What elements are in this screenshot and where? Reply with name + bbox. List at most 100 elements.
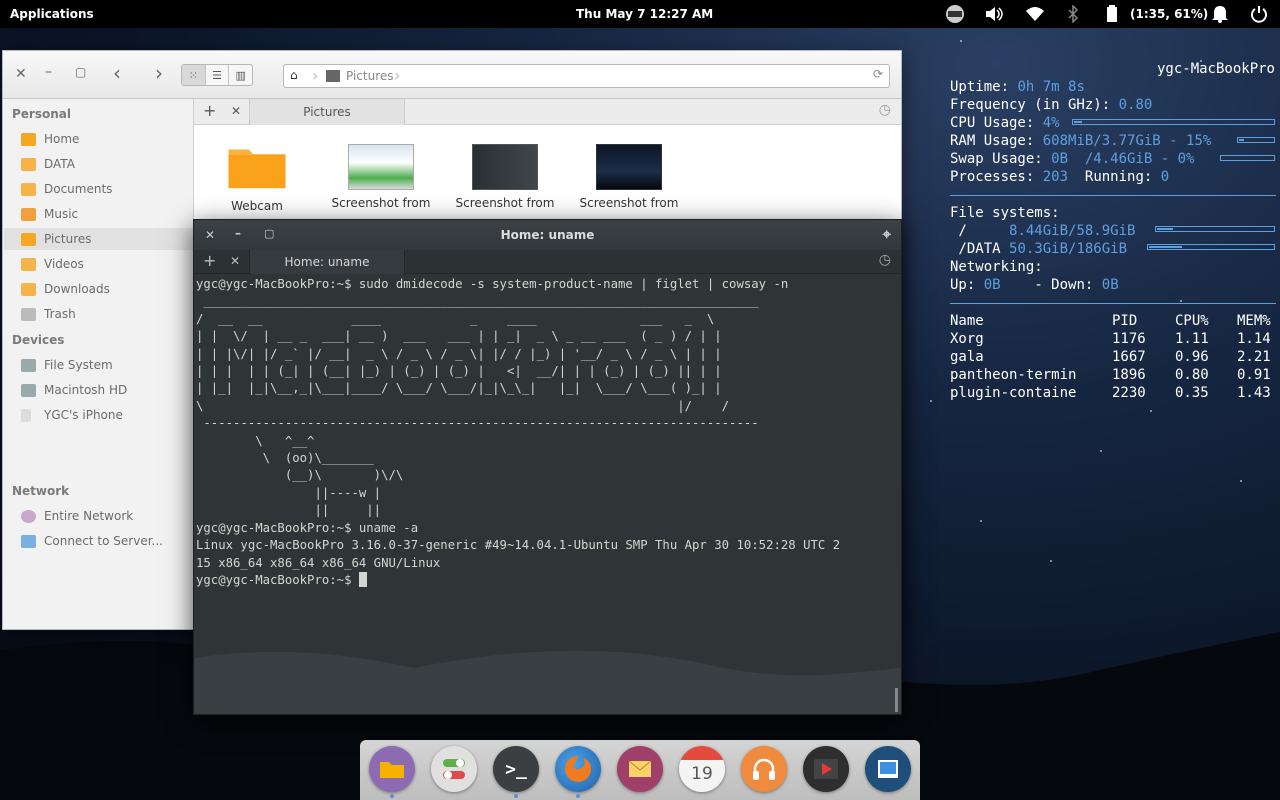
sidebar-heading-devices: Devices bbox=[12, 333, 65, 347]
networking-label: Networking: bbox=[950, 259, 1043, 275]
sidebar-item-label: Music bbox=[44, 207, 79, 221]
grid-view-icon[interactable]: ⁙ bbox=[182, 65, 206, 85]
down-value: 0B bbox=[1101, 277, 1119, 293]
tab-pictures[interactable]: Pictures bbox=[249, 99, 405, 125]
firefox-icon[interactable] bbox=[555, 746, 601, 792]
music-icon[interactable] bbox=[741, 746, 787, 792]
sidebar-item-file-system[interactable]: File System bbox=[4, 354, 193, 376]
file-manager-headerbar: ✕ – ▢ ‹ › ⁙ ☰ ▥ ⌂ › Pictures › ⟳ bbox=[3, 51, 901, 99]
new-tab-icon[interactable]: + bbox=[203, 251, 216, 270]
ram-row: RAM Usage: 608MiB/3.77GiB - 15% bbox=[950, 132, 1211, 150]
close-icon[interactable]: ✕ bbox=[15, 66, 27, 82]
screenshot-thumbnail bbox=[596, 144, 662, 190]
sidebar-item-documents[interactable]: Documents bbox=[4, 178, 193, 200]
frequency-label: Frequency (in GHz): bbox=[950, 97, 1111, 113]
file-label: Webcam bbox=[231, 199, 283, 213]
keyboard-icon[interactable] bbox=[944, 5, 966, 23]
photos-icon[interactable] bbox=[865, 746, 911, 792]
bluetooth-icon[interactable] bbox=[1066, 5, 1080, 23]
terminal-output[interactable]: ygc@ygc-MacBookPro:~$ sudo dmidecode -s … bbox=[196, 276, 840, 589]
sidebar-item-label: DATA bbox=[44, 157, 75, 171]
process-mem: 2.21 bbox=[1237, 349, 1271, 365]
file-item-screenshot-1[interactable]: Screenshot from bbox=[326, 126, 436, 210]
documents-folder-icon bbox=[21, 182, 36, 196]
running-value: 0 bbox=[1160, 169, 1170, 185]
sidebar-item-connect-server[interactable]: Connect to Server... bbox=[4, 530, 193, 552]
column-view-icon[interactable]: ▥ bbox=[229, 65, 252, 85]
pictures-icon bbox=[326, 70, 340, 82]
terminal-title: Home: uname bbox=[500, 228, 595, 242]
find-icon[interactable]: ⌖ bbox=[883, 225, 891, 243]
running-label: Running: bbox=[1084, 169, 1153, 185]
sidebar-heading-personal: Personal bbox=[12, 107, 71, 121]
top-panel: Applications Thu May 7 12:27 AM (1:35, 6… bbox=[0, 0, 1280, 28]
sidebar-item-downloads[interactable]: Downloads bbox=[4, 278, 193, 300]
sidebar-item-home[interactable]: Home bbox=[4, 128, 193, 150]
files-icon[interactable] bbox=[369, 746, 415, 792]
uptime-label: Uptime: bbox=[950, 79, 1010, 95]
clock[interactable]: Thu May 7 12:27 AM bbox=[576, 7, 713, 21]
process-row: plugin-containe 2230 0.35 1.43 bbox=[950, 384, 1276, 402]
fs-root-bar bbox=[1155, 226, 1275, 232]
cpu-bar bbox=[1072, 119, 1275, 125]
sidebar-item-data[interactable]: DATA bbox=[4, 153, 193, 175]
new-tab-icon[interactable]: + bbox=[203, 101, 216, 120]
sidebar-item-videos[interactable]: Videos bbox=[4, 253, 193, 275]
process-mem: 1.14 bbox=[1237, 331, 1271, 347]
sidebar-item-music[interactable]: Music bbox=[4, 203, 193, 225]
file-item-screenshot-2[interactable]: Screenshot from bbox=[450, 126, 560, 210]
sidebar-item-entire-network[interactable]: Entire Network bbox=[4, 505, 193, 527]
sidebar-item-macintosh-hd[interactable]: Macintosh HD bbox=[4, 379, 193, 401]
column-header: PID bbox=[1112, 313, 1138, 329]
back-icon[interactable]: ‹ bbox=[113, 61, 121, 85]
swap-value: 0B /4.46GiB - 0% bbox=[1051, 151, 1195, 167]
sidebar-item-iphone[interactable]: YGC's iPhone bbox=[4, 404, 193, 426]
volume-icon[interactable] bbox=[984, 5, 1004, 23]
sidebar-item-label: YGC's iPhone bbox=[44, 408, 123, 422]
terminal-prompt: ygc@ygc-MacBookPro:~$ bbox=[196, 572, 359, 587]
forward-icon[interactable]: › bbox=[155, 61, 163, 85]
running-indicator bbox=[390, 794, 394, 798]
breadcrumb-pictures[interactable]: Pictures bbox=[346, 69, 394, 83]
close-tab-icon[interactable]: ✕ bbox=[231, 104, 241, 118]
sidebar-item-trash[interactable]: Trash bbox=[4, 303, 193, 325]
file-item-screenshot-3[interactable]: Screenshot from bbox=[574, 126, 684, 210]
location-bar[interactable]: ⌂ › Pictures › ⟳ bbox=[283, 64, 890, 88]
sidebar-item-label: Trash bbox=[44, 307, 76, 321]
process-row: gala 1667 0.96 2.21 bbox=[950, 348, 1276, 366]
file-label: Screenshot from bbox=[331, 196, 431, 210]
applications-menu[interactable]: Applications bbox=[10, 7, 94, 21]
minimize-icon[interactable]: – bbox=[45, 64, 52, 80]
process-row: Xorg 1176 1.11 1.14 bbox=[950, 330, 1276, 348]
wifi-icon[interactable] bbox=[1025, 5, 1045, 23]
process-mem: 0.91 bbox=[1237, 367, 1271, 383]
mail-icon[interactable] bbox=[617, 746, 663, 792]
switchboard-icon[interactable] bbox=[431, 746, 477, 792]
reload-icon[interactable]: ⟳ bbox=[873, 67, 883, 81]
cpu-row: CPU Usage: 4% bbox=[950, 114, 1060, 132]
battery-status[interactable]: (1:35, 61%) bbox=[1130, 5, 1208, 23]
close-tab-icon[interactable]: ✕ bbox=[230, 254, 240, 268]
pictures-folder-icon bbox=[21, 232, 36, 246]
terminal-icon[interactable]: >_ bbox=[493, 746, 539, 792]
home-icon[interactable]: ⌂ bbox=[290, 68, 298, 82]
sidebar-item-label: Entire Network bbox=[44, 509, 134, 523]
notifications-icon[interactable] bbox=[1212, 5, 1228, 23]
process-name: pantheon-termin bbox=[950, 367, 1077, 383]
tab-home-uname[interactable]: Home: uname bbox=[249, 250, 405, 274]
history-icon[interactable]: ◷ bbox=[879, 102, 891, 118]
history-icon[interactable]: ◷ bbox=[879, 252, 891, 268]
sidebar-item-pictures[interactable]: Pictures bbox=[4, 228, 193, 250]
list-view-icon[interactable]: ☰ bbox=[206, 65, 230, 85]
video-icon[interactable] bbox=[803, 746, 849, 792]
battery-icon[interactable] bbox=[1106, 5, 1118, 23]
sidebar-item-label: Documents bbox=[44, 182, 113, 196]
processes-value: 203 bbox=[1042, 169, 1069, 185]
calendar-icon[interactable]: 19 bbox=[679, 746, 725, 792]
cpu-value: 4% bbox=[1042, 115, 1060, 131]
maximize-icon[interactable]: ▢ bbox=[75, 65, 86, 79]
file-item-webcam[interactable]: Webcam bbox=[202, 126, 312, 213]
file-label: Screenshot from bbox=[455, 196, 555, 210]
power-icon[interactable] bbox=[1250, 5, 1268, 23]
process-pid: 1896 bbox=[1112, 367, 1146, 383]
